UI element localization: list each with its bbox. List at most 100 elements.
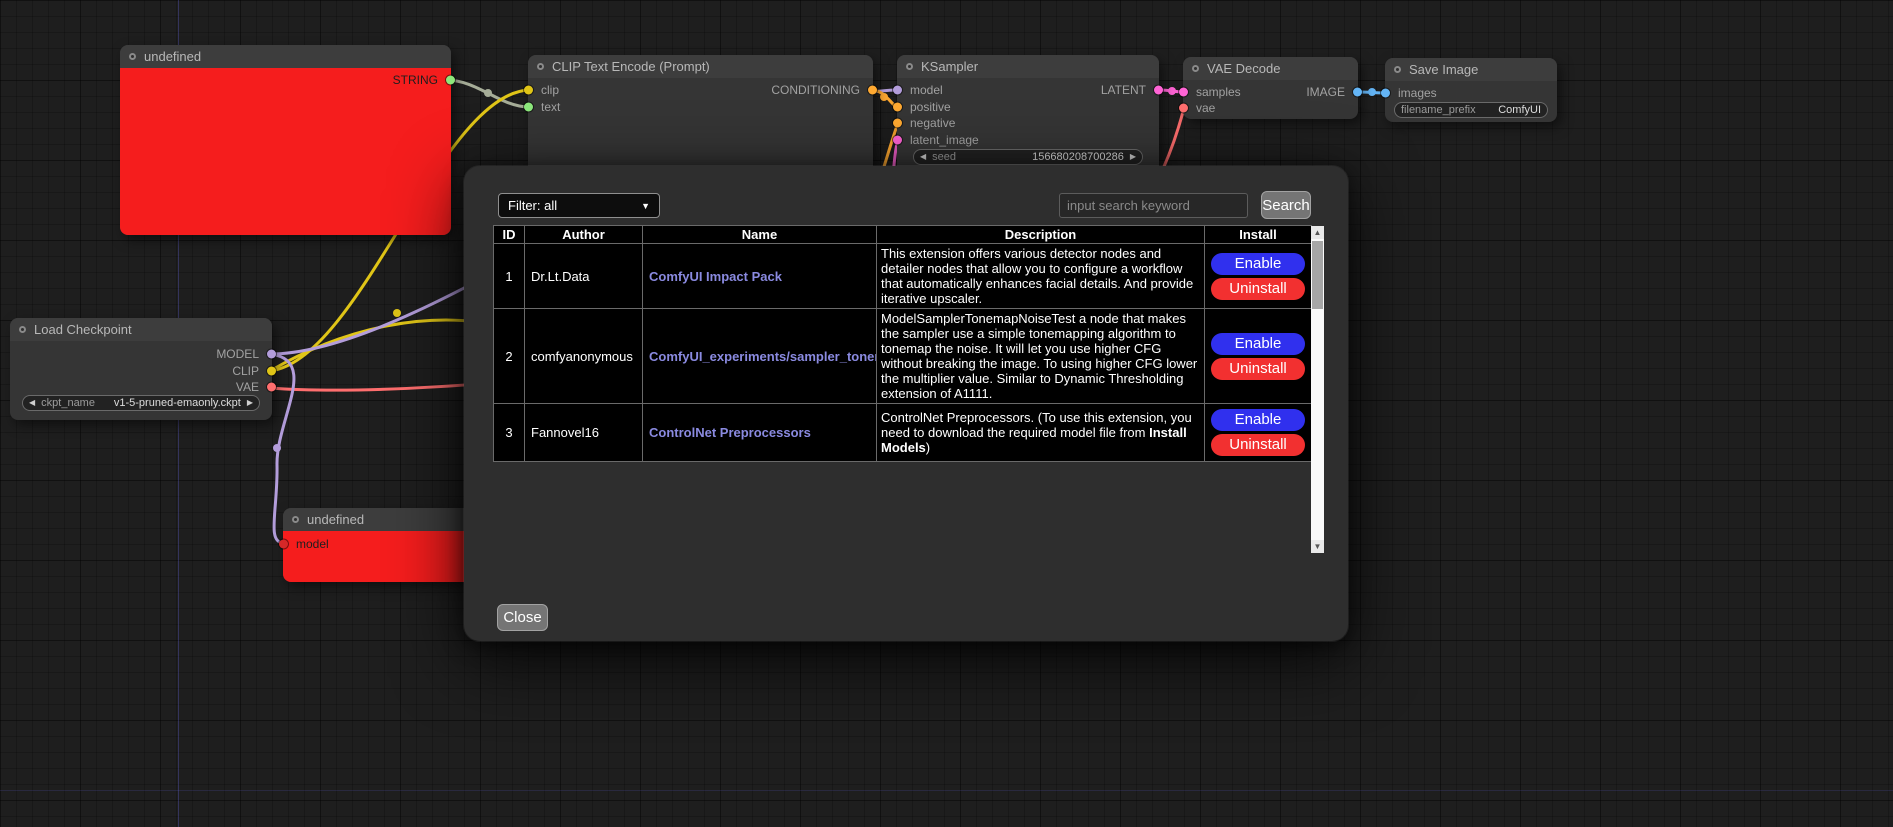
slot-label: STRING <box>393 73 438 87</box>
scrollbar[interactable]: ▲ ▼ <box>1311 226 1324 553</box>
node-load-checkpoint[interactable]: Load Checkpoint MODEL CLIP VAE ◀ ckpt_na… <box>10 318 272 420</box>
widget-value: v1-5-pruned-emaonly.ckpt <box>114 397 241 409</box>
output-dot-conditioning[interactable] <box>868 86 877 95</box>
collapse-dot[interactable] <box>19 326 26 333</box>
table-header-row: ID Author Name Description Install <box>494 226 1312 244</box>
input-dot-model[interactable] <box>893 86 902 95</box>
search-button[interactable]: Search <box>1261 191 1311 219</box>
node-title: VAE Decode <box>1207 61 1280 76</box>
widget-value: 156680208700286 <box>1032 151 1124 163</box>
slot-label: MODEL <box>216 347 259 361</box>
output-dot-vae[interactable] <box>267 383 276 392</box>
enable-button[interactable]: Enable <box>1211 409 1305 431</box>
graph-canvas[interactable]: undefined STRING CLIP Text Encode (Promp… <box>0 0 1893 827</box>
scroll-down-icon[interactable]: ▼ <box>1311 540 1324 553</box>
input-dot-clip[interactable] <box>524 86 533 95</box>
collapse-dot[interactable] <box>292 516 299 523</box>
next-arrow-icon[interactable]: ▶ <box>247 399 253 407</box>
input-dot-negative[interactable] <box>893 119 902 128</box>
slot-label: clip <box>541 83 559 97</box>
extension-link[interactable]: ComfyUI Impact Pack <box>649 269 782 284</box>
node-title: Load Checkpoint <box>34 322 132 337</box>
decrement-arrow-icon[interactable]: ◀ <box>920 153 926 161</box>
node-vae-decode[interactable]: VAE Decode samples vae IMAGE <box>1183 57 1358 119</box>
filter-select-value: Filter: all <box>508 198 557 213</box>
manager-dialog: Filter: all ▼ Search ID Author Name Desc… <box>464 166 1348 641</box>
header-id: ID <box>494 226 525 244</box>
cell-author: Dr.Lt.Data <box>525 244 643 309</box>
input-dot-latent-image[interactable] <box>893 136 902 145</box>
increment-arrow-icon[interactable]: ▶ <box>1130 153 1136 161</box>
cell-id: 3 <box>494 404 525 462</box>
cell-install: Enable Uninstall <box>1205 309 1312 404</box>
input-dot-vae[interactable] <box>1179 104 1188 113</box>
slot-label: LATENT <box>1101 83 1146 97</box>
node-undefined-top[interactable]: undefined STRING <box>120 45 451 235</box>
header-name: Name <box>643 226 877 244</box>
slot-label: model <box>296 537 329 551</box>
enable-button[interactable]: Enable <box>1211 253 1305 275</box>
cell-description: This extension offers various detector n… <box>877 244 1205 309</box>
output-dot-model[interactable] <box>267 350 276 359</box>
cell-name: ComfyUI Impact Pack <box>643 244 877 309</box>
wire-dot <box>484 89 492 97</box>
widget-label: seed <box>932 151 956 163</box>
input-dot-positive[interactable] <box>893 103 902 112</box>
slot-label: text <box>541 100 560 114</box>
wire-dot <box>1168 87 1176 95</box>
filter-select[interactable]: Filter: all ▼ <box>498 193 660 218</box>
wire-dot <box>880 93 888 101</box>
collapse-dot[interactable] <box>906 63 913 70</box>
slot-label: samples <box>1196 85 1241 99</box>
scroll-thumb[interactable] <box>1312 241 1323 309</box>
cell-name: ControlNet Preprocessors <box>643 404 877 462</box>
wire-dot <box>1368 88 1376 96</box>
cell-id: 2 <box>494 309 525 404</box>
prev-arrow-icon[interactable]: ◀ <box>29 399 35 407</box>
collapse-dot[interactable] <box>129 53 136 60</box>
close-button[interactable]: Close <box>497 604 548 631</box>
slot-label: VAE <box>236 380 259 394</box>
uninstall-button[interactable]: Uninstall <box>1211 358 1305 380</box>
input-dot-text[interactable] <box>524 103 533 112</box>
node-save-image[interactable]: Save Image images filename_prefix ComfyU… <box>1385 58 1557 122</box>
extension-table-wrap: ID Author Name Description Install 1 Dr.… <box>493 225 1324 553</box>
uninstall-button[interactable]: Uninstall <box>1211 278 1305 300</box>
wire-dot <box>273 444 281 452</box>
enable-button[interactable]: Enable <box>1211 333 1305 355</box>
scroll-up-icon[interactable]: ▲ <box>1311 226 1324 239</box>
collapse-dot[interactable] <box>1394 66 1401 73</box>
output-dot-image[interactable] <box>1353 88 1362 97</box>
slot-label: CLIP <box>232 364 259 378</box>
ckpt-name-widget[interactable]: ◀ ckpt_name v1-5-pruned-emaonly.ckpt ▶ <box>22 395 260 411</box>
output-dot-string[interactable] <box>446 76 455 85</box>
slot-label: CONDITIONING <box>771 83 860 97</box>
collapse-dot[interactable] <box>1192 65 1199 72</box>
output-dot-clip[interactable] <box>267 367 276 376</box>
input-dot-model[interactable] <box>279 540 288 549</box>
cell-name: ComfyUI_experiments/sampler_tonemap <box>643 309 877 404</box>
node-title: undefined <box>307 512 364 527</box>
cell-description: ControlNet Preprocessors. (To use this e… <box>877 404 1205 462</box>
seed-widget[interactable]: ◀ seed 156680208700286 ▶ <box>913 149 1143 165</box>
extension-row: 2 comfyanonymous ComfyUI_experiments/sam… <box>494 309 1312 404</box>
collapse-dot[interactable] <box>537 63 544 70</box>
cell-install: Enable Uninstall <box>1205 244 1312 309</box>
header-description: Description <box>877 226 1205 244</box>
cell-author: Fannovel16 <box>525 404 643 462</box>
search-input[interactable] <box>1059 193 1248 218</box>
cell-install: Enable Uninstall <box>1205 404 1312 462</box>
widget-value: ComfyUI <box>1498 104 1541 116</box>
node-title: undefined <box>144 49 201 64</box>
uninstall-button[interactable]: Uninstall <box>1211 434 1305 456</box>
input-dot-samples[interactable] <box>1179 88 1188 97</box>
extension-link[interactable]: ComfyUI_experiments/sampler_tonemap <box>649 349 877 364</box>
extension-link[interactable]: ControlNet Preprocessors <box>649 425 811 440</box>
filename-prefix-widget[interactable]: filename_prefix ComfyUI <box>1394 102 1548 118</box>
header-install: Install <box>1205 226 1312 244</box>
output-dot-latent[interactable] <box>1154 86 1163 95</box>
slot-label: images <box>1398 86 1437 100</box>
slot-label: negative <box>910 116 955 130</box>
header-author: Author <box>525 226 643 244</box>
input-dot-images[interactable] <box>1381 89 1390 98</box>
